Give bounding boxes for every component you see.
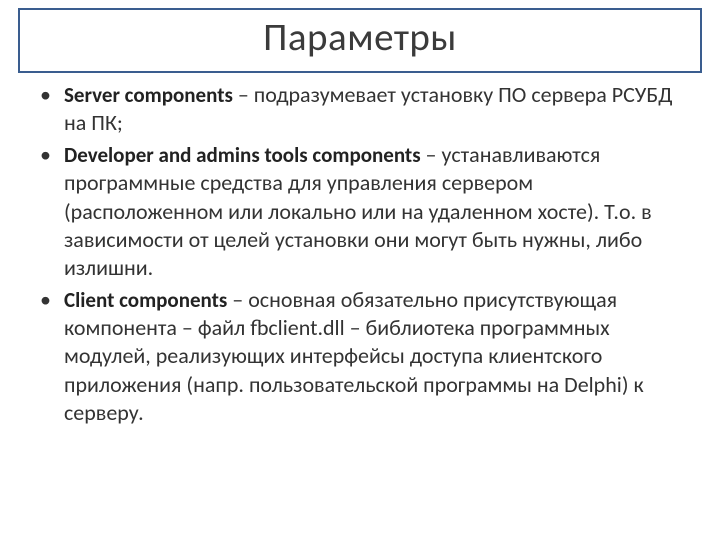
title-box: Параметры [18, 8, 702, 73]
list-item: Developer and admins tools components – … [48, 141, 696, 282]
bullet-bold: Developer and admins tools components [64, 142, 421, 168]
bullet-list: Server components – подразумевает устано… [18, 81, 702, 427]
slide-title: Параметры [20, 14, 700, 61]
slide: Параметры Server components – подразумев… [0, 0, 720, 540]
list-item: Client components – основная обязательно… [48, 286, 696, 427]
list-item: Server components – подразумевает устано… [48, 81, 696, 137]
bullet-bold: Server components [64, 82, 233, 108]
bullet-bold: Client components [64, 287, 227, 313]
